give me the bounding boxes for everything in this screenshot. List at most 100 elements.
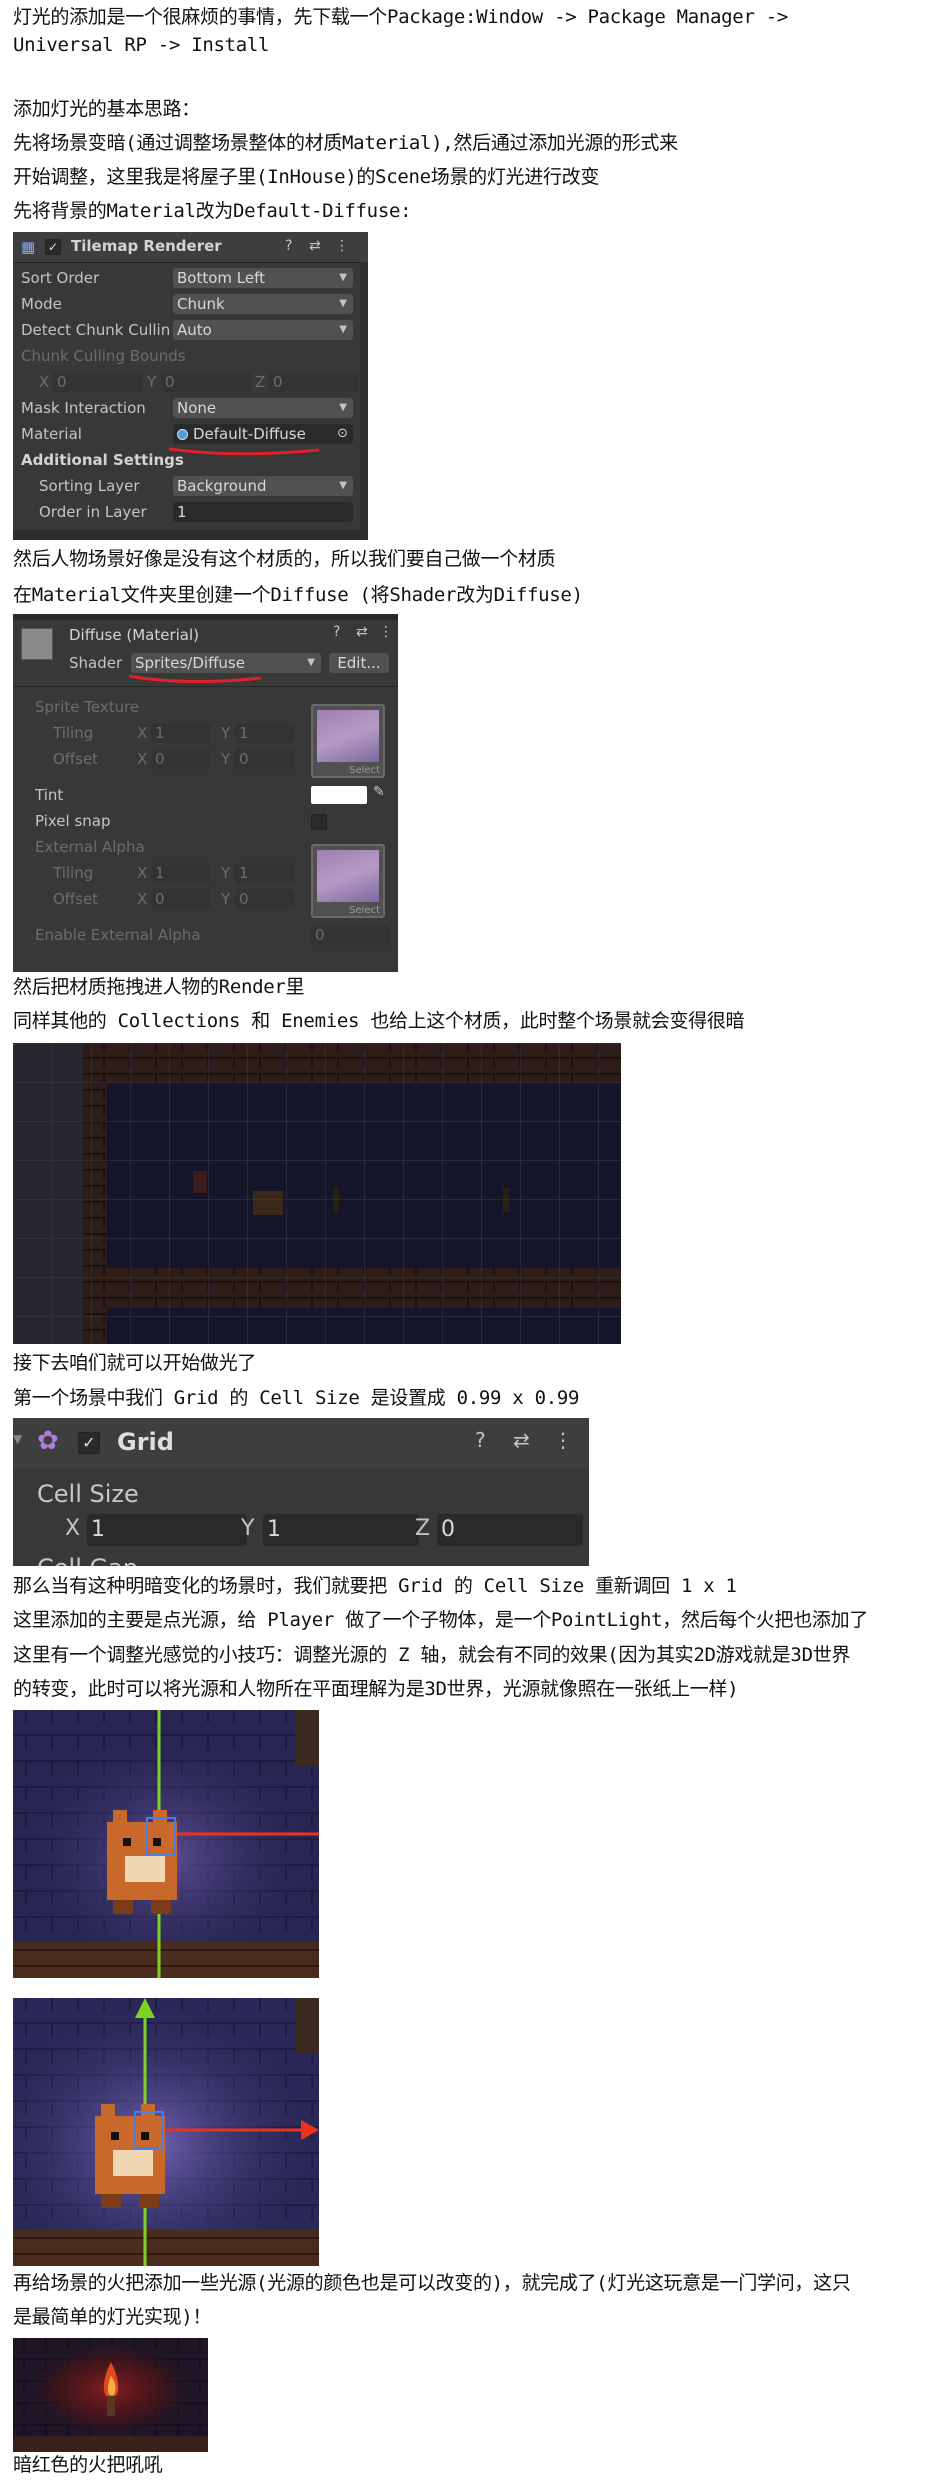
mask-interaction-label: Mask Interaction bbox=[21, 399, 146, 417]
object-picker-icon[interactable]: ⊙ bbox=[337, 424, 348, 444]
red-underline-annotation bbox=[128, 674, 262, 684]
red-underline-annotation bbox=[168, 447, 320, 456]
more-options-icon[interactable]: ⋮ bbox=[379, 624, 393, 640]
edit-shader-button[interactable]: Edit... bbox=[329, 653, 389, 673]
scrollbar[interactable] bbox=[360, 262, 368, 540]
sort-order-dropdown[interactable]: Bottom Left ▼ bbox=[173, 268, 353, 288]
pixel-snap-checkbox[interactable] bbox=[311, 814, 327, 830]
material-value: Default-Diffuse bbox=[193, 425, 306, 443]
mask-value: None bbox=[177, 399, 217, 417]
dark-scene-image bbox=[13, 1043, 621, 1344]
offset-y-field[interactable]: 0 bbox=[235, 749, 295, 769]
tiling2-x-label: X bbox=[137, 864, 148, 882]
player-light-screenshot-2 bbox=[13, 1998, 319, 2266]
paragraph-cell-size-099: 第一个场景中我们 Grid 的 Cell Size 是设置成 0.99 x 0.… bbox=[13, 1387, 580, 1409]
offset-x-field[interactable]: 0 bbox=[151, 749, 211, 769]
eyedropper-icon[interactable]: ✎ bbox=[373, 784, 385, 800]
sprite-texture-label: Sprite Texture bbox=[35, 698, 140, 716]
order-in-layer-field[interactable]: 1 bbox=[173, 502, 353, 522]
paragraph-collections-enemies: 同样其他的 Collections 和 Enemies 也给上这个材质，此时整个… bbox=[13, 1010, 745, 1032]
grid-enabled-checkbox[interactable]: ✓ bbox=[78, 1432, 100, 1454]
player-light-screenshot-1 bbox=[13, 1710, 319, 1978]
tiling-y-field[interactable]: 1 bbox=[235, 723, 295, 743]
tint-label: Tint bbox=[35, 786, 64, 804]
paragraph-z-axis-tip-cont: 的转变，此时可以将光源和人物所在平面理解为是3D世界，光源就像照在一张纸上一样) bbox=[13, 1678, 739, 1700]
shader-dropdown[interactable]: Sprites/Diffuse ▼ bbox=[131, 653, 321, 673]
tiling-x-field[interactable]: 1 bbox=[151, 723, 211, 743]
tint-color-swatch[interactable] bbox=[311, 786, 367, 804]
material-sphere-icon bbox=[177, 429, 188, 440]
help-icon[interactable]: ? bbox=[285, 238, 292, 254]
offset2-x-label: X bbox=[137, 890, 148, 908]
material-field[interactable]: Default-Diffuse ⊙ bbox=[173, 424, 353, 444]
paragraph-package-install: 灯光的添加是一个很麻烦的事情，先下载一个Package:Window -> Pa… bbox=[13, 6, 789, 28]
external-alpha-slot[interactable]: Select bbox=[311, 844, 385, 918]
player-light-image-1 bbox=[13, 1710, 319, 1978]
material-title: Diffuse (Material) bbox=[69, 626, 200, 644]
player-light-image-2 bbox=[13, 1998, 319, 2266]
tiling2-x-field[interactable]: 1 bbox=[151, 863, 211, 883]
detect-value: Auto bbox=[177, 321, 212, 339]
cell-size-y-label: Y bbox=[241, 1516, 255, 1541]
paragraph-drag-material: 然后把材质拖拽进人物的Render里 bbox=[13, 976, 305, 998]
mode-value: Chunk bbox=[177, 295, 225, 313]
bounds-z-field[interactable]: 0 bbox=[269, 372, 359, 392]
collapse-arrow-icon[interactable]: ▼ bbox=[13, 1432, 22, 1446]
grid-title: Grid bbox=[117, 1428, 174, 1456]
preset-icon[interactable]: ⇄ bbox=[309, 238, 321, 254]
bounds-y-field[interactable]: 0 bbox=[161, 372, 251, 392]
chevron-down-icon: ▼ bbox=[307, 657, 315, 668]
paragraph-create-diffuse: 在Material文件夹里创建一个Diffuse (将Shader改为Diffu… bbox=[13, 584, 583, 606]
tilemap-renderer-inspector: ▦ ✓ Tilemap Renderer ? ⇄ ⋮ Sort Order Bo… bbox=[13, 232, 368, 540]
select-label[interactable]: Select bbox=[349, 765, 380, 776]
detect-chunk-culling-dropdown[interactable]: Auto ▼ bbox=[173, 320, 353, 340]
tiling-y-label: Y bbox=[221, 724, 231, 742]
preset-icon[interactable]: ⇄ bbox=[356, 624, 368, 640]
chevron-down-icon: ▼ bbox=[339, 402, 347, 413]
cell-size-x-field[interactable]: 1 bbox=[87, 1514, 247, 1546]
offset2-x-field[interactable]: 0 bbox=[151, 889, 211, 909]
mask-interaction-dropdown[interactable]: None ▼ bbox=[173, 398, 353, 418]
preset-icon[interactable]: ⇄ bbox=[513, 1428, 530, 1452]
select-label[interactable]: Select bbox=[349, 905, 380, 916]
offset2-y-label: Y bbox=[221, 890, 231, 908]
mode-label: Mode bbox=[21, 295, 62, 313]
chevron-down-icon: ▼ bbox=[339, 480, 347, 491]
cell-size-label: Cell Size bbox=[37, 1480, 139, 1508]
enable-external-alpha-field[interactable]: 0 bbox=[311, 925, 389, 945]
paragraph-darken-scene: 先将场景变暗(通过调整场景整体的材质Material),然后通过添加光源的形式来 bbox=[13, 132, 678, 154]
paragraph-basic-idea: 添加灯光的基本思路： bbox=[13, 98, 201, 120]
tiling-label: Tiling bbox=[53, 724, 94, 742]
shader-label: Shader bbox=[69, 654, 123, 672]
material-preview-swatch bbox=[21, 628, 53, 660]
sprite-texture-slot[interactable]: Select bbox=[311, 704, 385, 778]
more-options-icon[interactable]: ⋮ bbox=[335, 238, 349, 254]
chevron-down-icon: ▼ bbox=[339, 272, 347, 283]
paragraph-dark-red-torch: 暗红色的火把吼吼 bbox=[13, 2454, 163, 2476]
offset-label: Offset bbox=[53, 750, 99, 768]
help-icon[interactable]: ? bbox=[475, 1428, 486, 1452]
tiling-x-label: X bbox=[137, 724, 148, 742]
tilemap-renderer-header: ▦ ✓ Tilemap Renderer ? ⇄ ⋮ bbox=[13, 232, 368, 263]
material-label: Material bbox=[21, 425, 82, 443]
cell-size-x-label: X bbox=[65, 1516, 81, 1541]
tiling2-y-field[interactable]: 1 bbox=[235, 863, 295, 883]
mode-dropdown[interactable]: Chunk ▼ bbox=[173, 294, 353, 314]
order-in-layer-label: Order in Layer bbox=[39, 503, 147, 521]
sorting-layer-dropdown[interactable]: Background ▼ bbox=[173, 476, 353, 496]
help-icon[interactable]: ? bbox=[333, 624, 340, 640]
more-options-icon[interactable]: ⋮ bbox=[553, 1428, 573, 1452]
paragraph-start-adjust: 开始调整，这里我是将屋子里(InHouse)的Scene场景的灯光进行改变 bbox=[13, 166, 600, 188]
sorting-layer-label: Sorting Layer bbox=[39, 477, 140, 495]
bounds-x-field[interactable]: 0 bbox=[53, 372, 143, 392]
paragraph-torch-lights-cont: 是最简单的灯光实现)！ bbox=[13, 2306, 212, 2328]
grid-header: ▼ ✿ ✓ Grid ? ⇄ ⋮ bbox=[13, 1418, 589, 1468]
offset2-y-field[interactable]: 0 bbox=[235, 889, 295, 909]
cell-size-z-field[interactable]: 0 bbox=[437, 1514, 583, 1546]
next-component-edge bbox=[13, 530, 368, 540]
bounds-x-label: X bbox=[39, 373, 50, 391]
component-enabled-checkbox[interactable]: ✓ bbox=[45, 239, 61, 255]
sorting-layer-value: Background bbox=[177, 477, 267, 495]
component-title: Tilemap Renderer bbox=[71, 237, 222, 255]
cell-size-y-field[interactable]: 1 bbox=[263, 1514, 419, 1546]
